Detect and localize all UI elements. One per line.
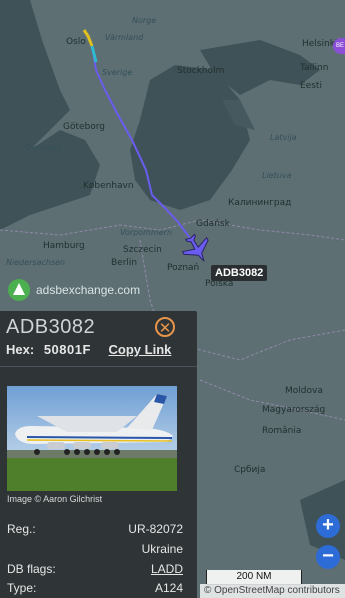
- svg-text:Moldova: Moldova: [285, 386, 323, 396]
- svg-text:Tallinn: Tallinn: [299, 63, 328, 73]
- watermark-text: adsbexchange.com: [36, 283, 141, 297]
- svg-text:Hamburg: Hamburg: [43, 241, 85, 251]
- svg-text:Szczecin: Szczecin: [123, 245, 162, 255]
- scale-label: 200 NM: [206, 570, 302, 585]
- svg-text:Gdańsk: Gdańsk: [196, 219, 231, 229]
- hex-label: Hex:: [6, 342, 35, 357]
- db-flags-value[interactable]: LADD: [151, 562, 183, 576]
- close-icon[interactable]: ✕: [155, 317, 175, 337]
- hex-row: Hex: 50801F Copy Link: [6, 342, 171, 357]
- svg-text:Vorpommern: Vorpommern: [120, 228, 172, 237]
- side-tab-badge[interactable]: BE: [333, 38, 345, 54]
- svg-text:Latvija: Latvija: [270, 133, 297, 142]
- adsbx-logo-icon: [8, 279, 30, 301]
- type-value: A124: [154, 581, 183, 595]
- svg-text:Danmark: Danmark: [25, 143, 62, 152]
- svg-text:Eesti: Eesti: [300, 81, 322, 91]
- svg-text:Lietuva: Lietuva: [262, 171, 292, 180]
- svg-text:Niedersachsen: Niedersachsen: [6, 258, 65, 267]
- svg-text:Magyarország: Magyarország: [262, 405, 325, 415]
- aircraft-photo[interactable]: [7, 386, 177, 491]
- db-flags-label: DB flags:: [7, 562, 56, 576]
- aircraft-info-panel: ADB3082 ✕ Hex: 50801F Copy Link Image © …: [0, 311, 197, 598]
- reg-value: UR-82072: [128, 522, 183, 536]
- hex-value: 50801F: [43, 342, 91, 357]
- photo-credit: Image © Aaron Gilchrist: [7, 494, 103, 504]
- adsbx-watermark: adsbexchange.com: [8, 279, 140, 301]
- svg-text:Калининград: Калининград: [228, 198, 291, 208]
- map-attribution[interactable]: © OpenStreetMap contributors: [200, 584, 345, 598]
- svg-text:Poznań: Poznań: [167, 263, 199, 273]
- type-label: Type:: [7, 581, 37, 595]
- scale-bar: 200 NM: [206, 570, 302, 585]
- zoom-in-button[interactable]: +: [316, 514, 340, 538]
- svg-text:Србија: Србија: [234, 465, 265, 475]
- svg-text:København: København: [83, 181, 134, 191]
- svg-text:Värmland: Värmland: [105, 33, 144, 42]
- panel-callsign: ADB3082: [6, 316, 96, 338]
- svg-text:Oslo: Oslo: [66, 37, 86, 47]
- svg-text:Berlin: Berlin: [111, 258, 137, 268]
- aircraft-callsign-label[interactable]: ADB3082: [211, 265, 268, 281]
- svg-text:Norge: Norge: [132, 16, 156, 25]
- svg-text:Göteborg: Göteborg: [63, 122, 105, 132]
- svg-text:România: România: [262, 426, 301, 436]
- copy-link-button[interactable]: Copy Link: [109, 342, 172, 357]
- svg-text:Stockholm: Stockholm: [177, 66, 224, 76]
- zoom-out-button[interactable]: −: [316, 545, 340, 569]
- reg-label: Reg.:: [7, 522, 36, 536]
- svg-text:Sverige: Sverige: [102, 68, 132, 77]
- country-value: Ukraine: [141, 542, 183, 556]
- panel-header: ADB3082 ✕ Hex: 50801F Copy Link: [0, 311, 197, 367]
